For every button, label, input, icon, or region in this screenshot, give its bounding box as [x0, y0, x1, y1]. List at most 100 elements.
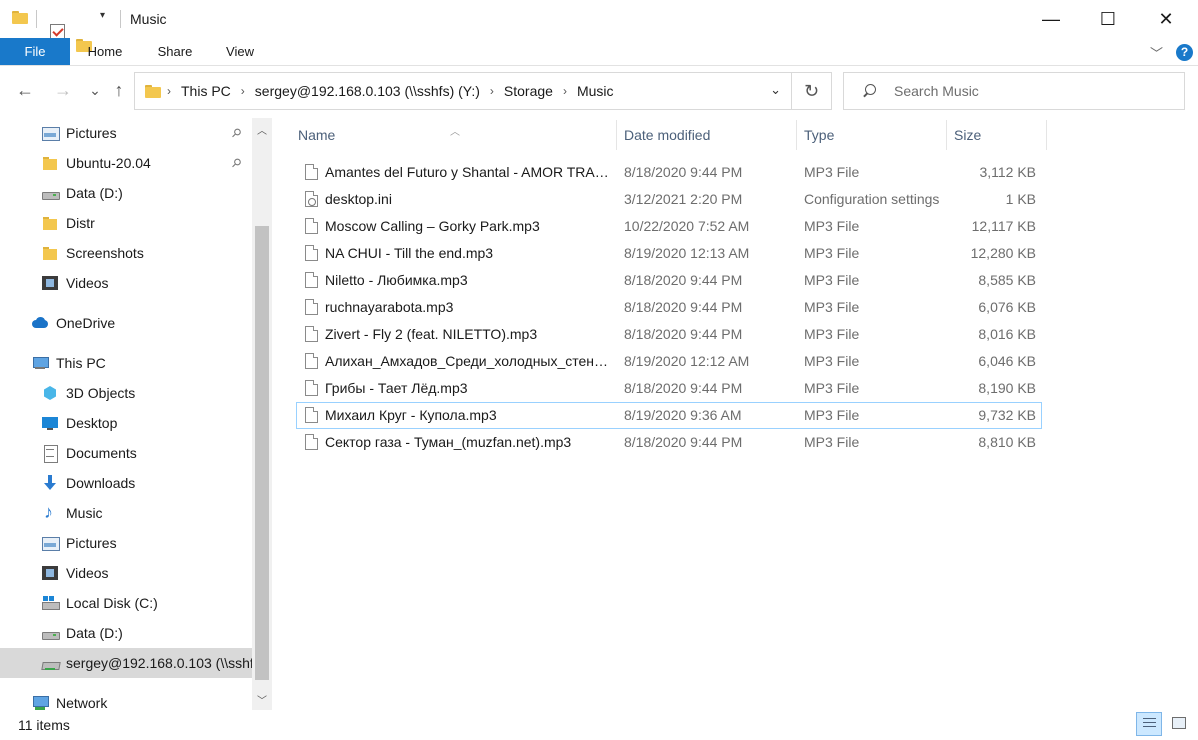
- scroll-down-icon[interactable]: ﹀: [252, 692, 272, 707]
- sidebar-item-distr[interactable]: Distr: [0, 208, 252, 238]
- address-dropdown-icon[interactable]: ⌄: [770, 82, 781, 98]
- scroll-up-icon[interactable]: ︿: [252, 122, 272, 137]
- properties-icon[interactable]: [50, 24, 65, 39]
- scrollbar-thumb[interactable]: [255, 226, 269, 680]
- this-pc-icon: [32, 355, 49, 371]
- sidebar-item-videos[interactable]: Videos: [0, 558, 252, 588]
- file-row[interactable]: Moscow Calling – Gorky Park.mp3 10/22/20…: [296, 213, 1042, 240]
- sidebar-item-this-pc[interactable]: This PC: [0, 348, 252, 378]
- sidebar-item-3d-objects[interactable]: 3D Objects: [0, 378, 252, 408]
- file-row[interactable]: Грибы - Тает Лёд.mp3 8/18/2020 9:44 PM M…: [296, 375, 1042, 402]
- sidebar-item-data-d[interactable]: Data (D:): [0, 618, 252, 648]
- expand-ribbon-icon[interactable]: ﹀: [1150, 43, 1163, 62]
- sidebar-item-network[interactable]: Network: [0, 688, 252, 710]
- sidebar-item-ubuntu[interactable]: Ubuntu-20.04: [0, 148, 252, 178]
- file-type: MP3 File: [804, 272, 860, 288]
- desktop-icon: [42, 415, 58, 431]
- network-drive-icon: [42, 655, 58, 671]
- file-icon: [305, 380, 318, 396]
- customize-quick-access-icon[interactable]: ▾: [100, 10, 105, 21]
- sidebar-item-pictures[interactable]: Pictures: [0, 528, 252, 558]
- sidebar-item-sshfs-drive[interactable]: sergey@192.168.0.103 (\\sshfs) (Y:): [0, 648, 252, 678]
- help-icon[interactable]: ?: [1176, 44, 1193, 61]
- file-row[interactable]: Niletto - Любимка.mp3 8/18/2020 9:44 PM …: [296, 267, 1042, 294]
- file-row[interactable]: Сектор газа - Туман_(muzfan.net).mp3 8/1…: [296, 429, 1042, 456]
- file-row[interactable]: Zivert - Fly 2 (feat. NILETTO).mp3 8/18/…: [296, 321, 1042, 348]
- sidebar-item-local-disk-c[interactable]: Local Disk (C:): [0, 588, 252, 618]
- separator: [36, 10, 37, 28]
- tab-file[interactable]: File: [0, 38, 70, 65]
- sidebar-item-label: OneDrive: [56, 315, 116, 331]
- file-date: 8/19/2020 12:12 AM: [624, 353, 750, 369]
- file-name: Сектор газа - Туман_(muzfan.net).mp3: [325, 434, 572, 450]
- sidebar-scrollbar[interactable]: ︿ ﹀: [252, 118, 272, 710]
- column-divider[interactable]: [1046, 120, 1047, 150]
- forward-button[interactable]: →: [52, 80, 74, 101]
- details-view-button[interactable]: [1136, 712, 1162, 736]
- file-name: Грибы - Тает Лёд.mp3: [325, 380, 468, 396]
- column-header-name[interactable]: Name ︿: [290, 118, 616, 152]
- sidebar-item-videos-quick[interactable]: Videos: [0, 268, 252, 298]
- file-size: 8,016 KB: [978, 326, 1036, 342]
- address-bar[interactable]: › This PC › sergey@192.168.0.103 (\\sshf…: [134, 72, 792, 110]
- sidebar-item-label: Ubuntu-20.04: [66, 155, 151, 171]
- back-button[interactable]: ←: [14, 80, 36, 101]
- file-row[interactable]: desktop.ini 3/12/2021 2:20 PM Configurat…: [296, 186, 1042, 213]
- file-name: Moscow Calling – Gorky Park.mp3: [325, 218, 540, 234]
- up-button[interactable]: ↑: [108, 80, 130, 101]
- large-icons-view-button[interactable]: [1166, 712, 1192, 736]
- file-type: MP3 File: [804, 245, 860, 261]
- sidebar-item-label: Pictures: [66, 535, 117, 551]
- file-row[interactable]: NA CHUI - Till the end.mp3 8/19/2020 12:…: [296, 240, 1042, 267]
- minimize-button[interactable]: —: [1028, 0, 1074, 38]
- column-header-type[interactable]: Type: [796, 118, 946, 152]
- refresh-button[interactable]: ↻: [792, 72, 832, 110]
- file-type: MP3 File: [804, 164, 860, 180]
- sidebar-item-pictures-quick[interactable]: Pictures: [0, 118, 252, 148]
- column-header-date[interactable]: Date modified: [616, 118, 796, 152]
- sidebar-item-label: Documents: [66, 445, 137, 461]
- search-input[interactable]: Search Music: [843, 72, 1185, 110]
- videos-icon: [42, 565, 58, 581]
- file-size: 6,076 KB: [978, 299, 1036, 315]
- file-row-focused[interactable]: Михаил Круг - Купола.mp3 8/19/2020 9:36 …: [296, 402, 1042, 429]
- sidebar-item-desktop[interactable]: Desktop: [0, 408, 252, 438]
- sidebar-item-music[interactable]: Music: [0, 498, 252, 528]
- breadcrumb-sshfs-drive[interactable]: sergey@192.168.0.103 (\\sshfs) (Y:): [255, 83, 480, 99]
- file-name: Алихан_Амхадов_Среди_холодных_стен.mp3: [325, 353, 609, 369]
- column-header-size[interactable]: Size: [946, 118, 1046, 152]
- details-view-icon: [1143, 718, 1156, 730]
- maximize-button[interactable]: ☐: [1085, 0, 1131, 38]
- file-row[interactable]: ruchnayarabota.mp3 8/18/2020 9:44 PM MP3…: [296, 294, 1042, 321]
- sidebar-item-label: 3D Objects: [66, 385, 136, 401]
- breadcrumb-this-pc[interactable]: This PC: [181, 83, 231, 99]
- sidebar-item-data-d-quick[interactable]: Data (D:): [0, 178, 252, 208]
- breadcrumb-storage[interactable]: Storage: [504, 83, 553, 99]
- sidebar-item-label: This PC: [56, 355, 106, 371]
- tab-share[interactable]: Share: [146, 38, 204, 65]
- file-name: ruchnayarabota.mp3: [325, 299, 454, 315]
- sidebar-item-label: Music: [66, 505, 103, 521]
- file-date: 8/18/2020 9:44 PM: [624, 434, 743, 450]
- documents-icon: [42, 445, 58, 463]
- chevron-right-icon[interactable]: ›: [241, 84, 245, 98]
- network-icon: [32, 695, 49, 710]
- sidebar-item-screenshots[interactable]: Screenshots: [0, 238, 252, 268]
- folder-icon: [42, 245, 58, 261]
- sidebar-item-onedrive[interactable]: OneDrive: [0, 308, 252, 338]
- file-row[interactable]: Amantes del Futuro y Shantal - AMOR TRAP…: [296, 159, 1042, 186]
- tab-view[interactable]: View: [212, 38, 268, 65]
- drive-icon: [42, 185, 60, 201]
- recent-locations-button[interactable]: ⌄: [84, 82, 106, 99]
- chevron-right-icon[interactable]: ›: [490, 84, 494, 98]
- close-button[interactable]: ✕: [1143, 0, 1189, 38]
- chevron-right-icon[interactable]: ›: [563, 84, 567, 98]
- sidebar-item-downloads[interactable]: Downloads: [0, 468, 252, 498]
- sidebar-item-documents[interactable]: Documents: [0, 438, 252, 468]
- chevron-right-icon[interactable]: ›: [167, 84, 171, 98]
- tab-home[interactable]: Home: [76, 38, 134, 65]
- sidebar-item-label: Local Disk (C:): [66, 595, 158, 611]
- file-row[interactable]: Алихан_Амхадов_Среди_холодных_стен.mp3 8…: [296, 348, 1042, 375]
- large-icons-view-icon: [1172, 717, 1186, 729]
- breadcrumb-music[interactable]: Music: [577, 83, 614, 99]
